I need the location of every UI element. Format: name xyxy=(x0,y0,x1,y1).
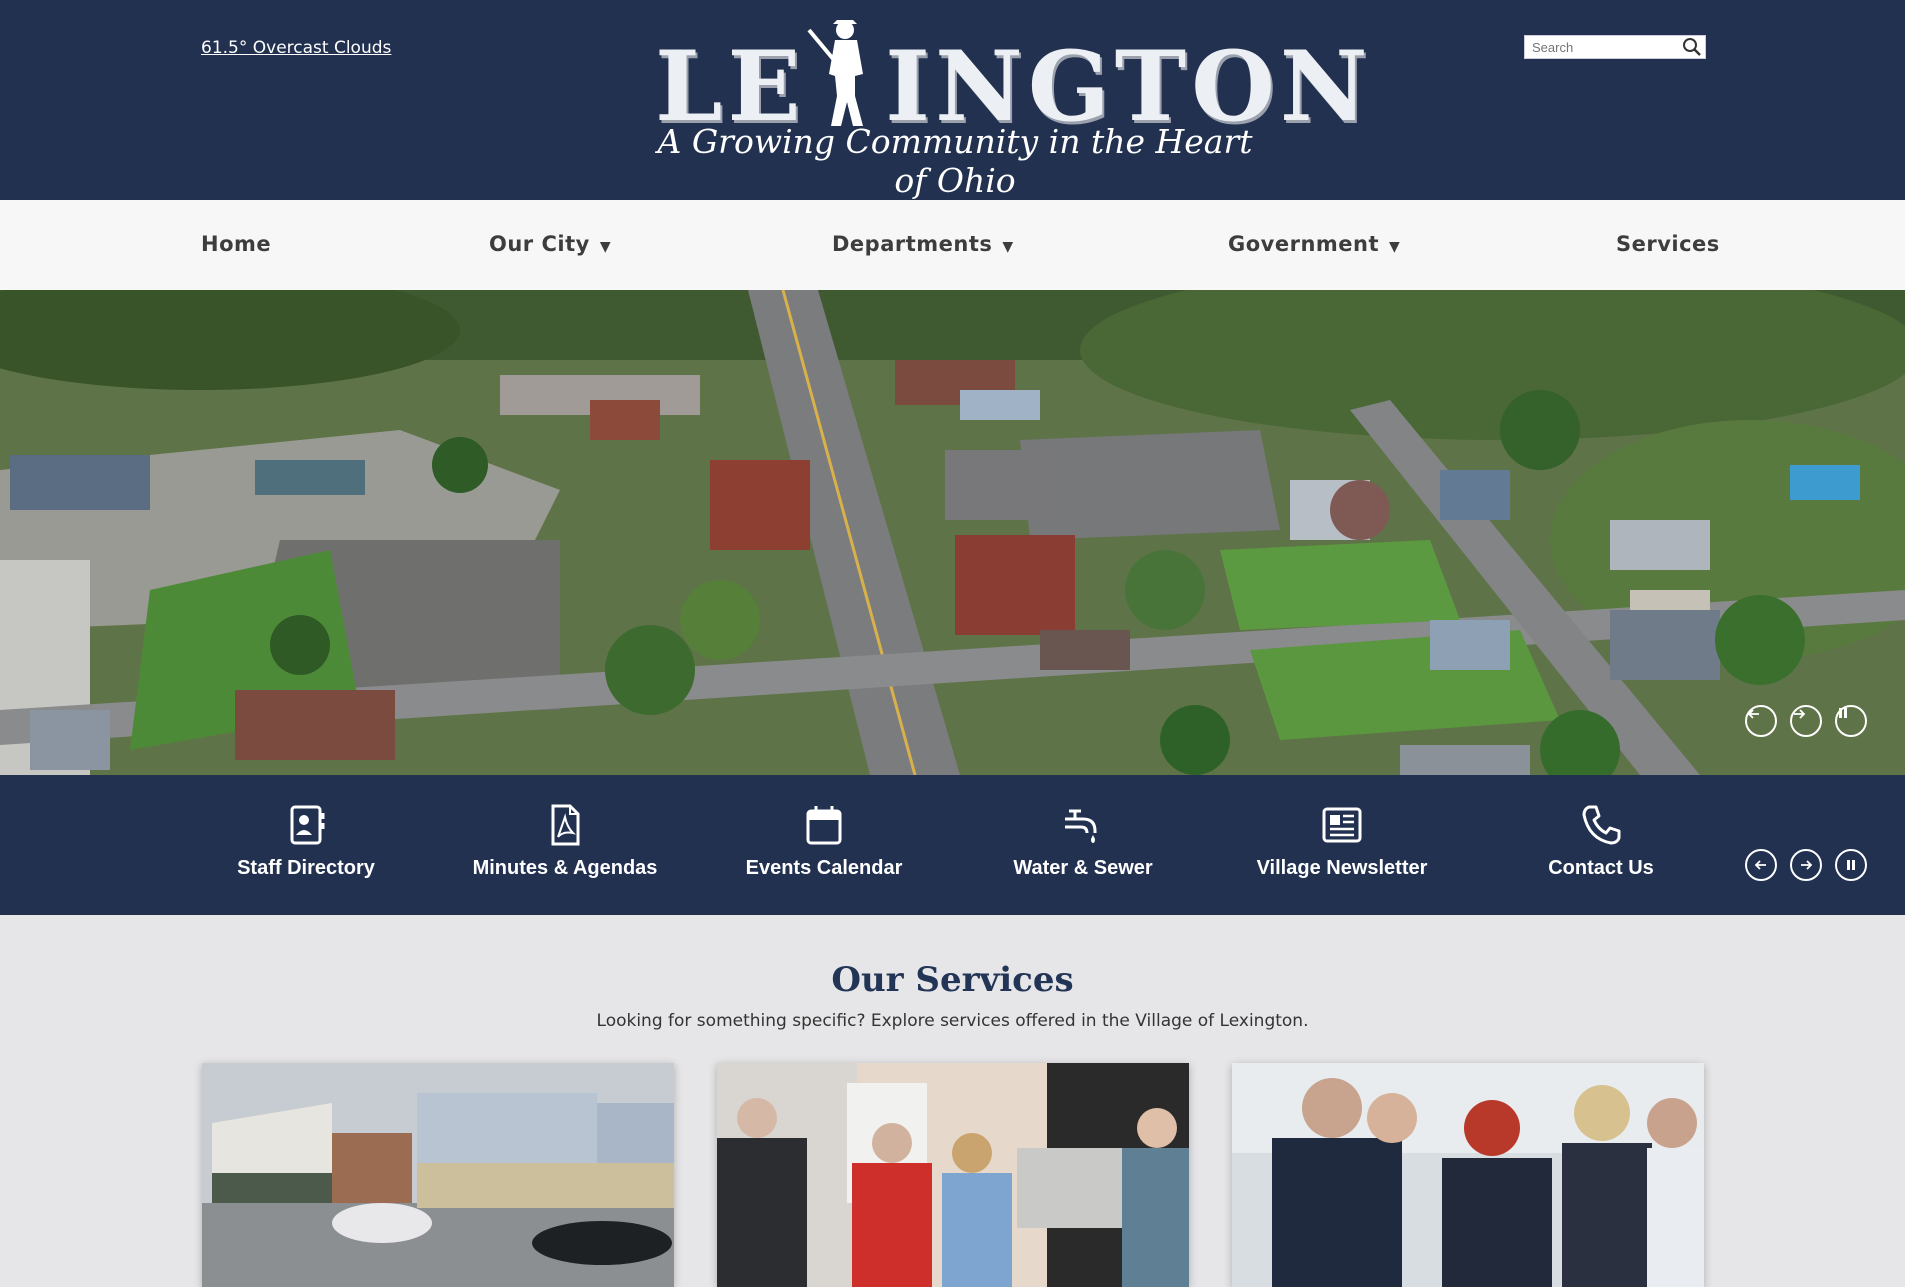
storefront-photo xyxy=(202,1063,674,1287)
quick-link-water-sewer[interactable]: Water & Sewer xyxy=(973,803,1193,880)
phone-icon xyxy=(1582,805,1621,845)
quick-link-minutes-agendas[interactable]: Minutes & Agendas xyxy=(455,803,675,880)
site-logo[interactable]: LEXINGTON A Growing Community in the Hea… xyxy=(655,16,1368,200)
dropdown-caret-icon: ▼ xyxy=(1002,239,1014,255)
services-subtitle: Looking for something specific? Explore … xyxy=(596,1011,1309,1031)
address-book-icon xyxy=(290,805,325,845)
quick-link-label: Village Newsletter xyxy=(1256,857,1428,879)
nav-government-label: Government xyxy=(1228,232,1380,256)
quick-link-events-calendar[interactable]: Events Calendar xyxy=(714,803,934,880)
business-meeting-photo xyxy=(1232,1063,1704,1287)
nav-departments-label: Departments xyxy=(832,232,993,256)
aerial-town-photo xyxy=(0,290,1905,775)
arrow-right-icon xyxy=(1794,709,1806,719)
quick-link-label: Minutes & Agendas xyxy=(472,857,658,879)
calendar-icon xyxy=(806,806,842,845)
quicklinks-prev-button[interactable] xyxy=(1745,849,1777,881)
hero-next-button[interactable] xyxy=(1790,705,1822,737)
nav-services-label: Services xyxy=(1616,232,1720,256)
pdf-file-icon xyxy=(551,804,580,846)
quick-link-label: Events Calendar xyxy=(745,857,903,879)
weather-link[interactable]: 61.5° Overcast Clouds xyxy=(201,38,391,58)
search-icon[interactable] xyxy=(1682,37,1702,57)
service-card-1[interactable] xyxy=(202,1063,674,1287)
search-input[interactable] xyxy=(1525,36,1680,58)
newsletter-icon xyxy=(1322,807,1362,843)
quick-link-label: Water & Sewer xyxy=(1013,857,1153,879)
dropdown-caret-icon: ▼ xyxy=(1389,239,1401,255)
nav-government[interactable]: Government ▼ xyxy=(1228,232,1400,256)
nav-departments[interactable]: Departments ▼ xyxy=(832,232,1014,256)
search-box xyxy=(1524,35,1706,59)
main-nav: Home Our City ▼ Departments ▼ Government ▼ … xyxy=(0,200,1905,291)
pause-icon xyxy=(1839,708,1847,718)
nav-home-label: Home xyxy=(201,232,272,256)
quicklinks-next-button[interactable] xyxy=(1790,849,1822,881)
nav-services[interactable]: Services xyxy=(1616,232,1720,256)
arrow-right-icon xyxy=(1801,860,1813,870)
quick-link-staff-directory[interactable]: Staff Directory xyxy=(196,803,416,880)
services-heading: Our Services xyxy=(831,960,1074,1000)
hero-pause-button[interactable] xyxy=(1835,705,1867,737)
quick-link-village-newsletter[interactable]: Village Newsletter xyxy=(1232,803,1452,880)
nav-our-city[interactable]: Our City ▼ xyxy=(489,232,611,256)
logo-tagline: A Growing Community in the Heart of Ohio xyxy=(657,122,1253,200)
nav-home[interactable]: Home xyxy=(201,232,271,256)
public-meeting-photo xyxy=(717,1063,1189,1287)
minuteman-silhouette-icon xyxy=(805,16,885,131)
hero-prev-button[interactable] xyxy=(1745,705,1777,737)
quick-link-contact-us[interactable]: Contact Us xyxy=(1491,803,1711,880)
service-card-2[interactable] xyxy=(717,1063,1189,1287)
nav-our-city-label: Our City xyxy=(489,232,590,256)
faucet-icon xyxy=(1065,809,1097,843)
dropdown-caret-icon: ▼ xyxy=(599,239,612,255)
quick-link-label: Contact Us xyxy=(1548,857,1654,879)
pause-icon xyxy=(1847,860,1855,870)
arrow-left-icon xyxy=(1754,860,1766,870)
quick-link-label: Staff Directory xyxy=(237,857,375,879)
quicklinks-pause-button[interactable] xyxy=(1835,849,1867,881)
hero-slideshow xyxy=(0,290,1905,775)
service-card-3[interactable] xyxy=(1232,1063,1704,1287)
quick-links-bar: Staff Directory Minutes & Agendas Events… xyxy=(0,775,1905,915)
site-header: 61.5° Overcast Clouds LEXINGTON A Growin… xyxy=(0,0,1905,200)
arrow-left-icon xyxy=(1747,709,1759,719)
